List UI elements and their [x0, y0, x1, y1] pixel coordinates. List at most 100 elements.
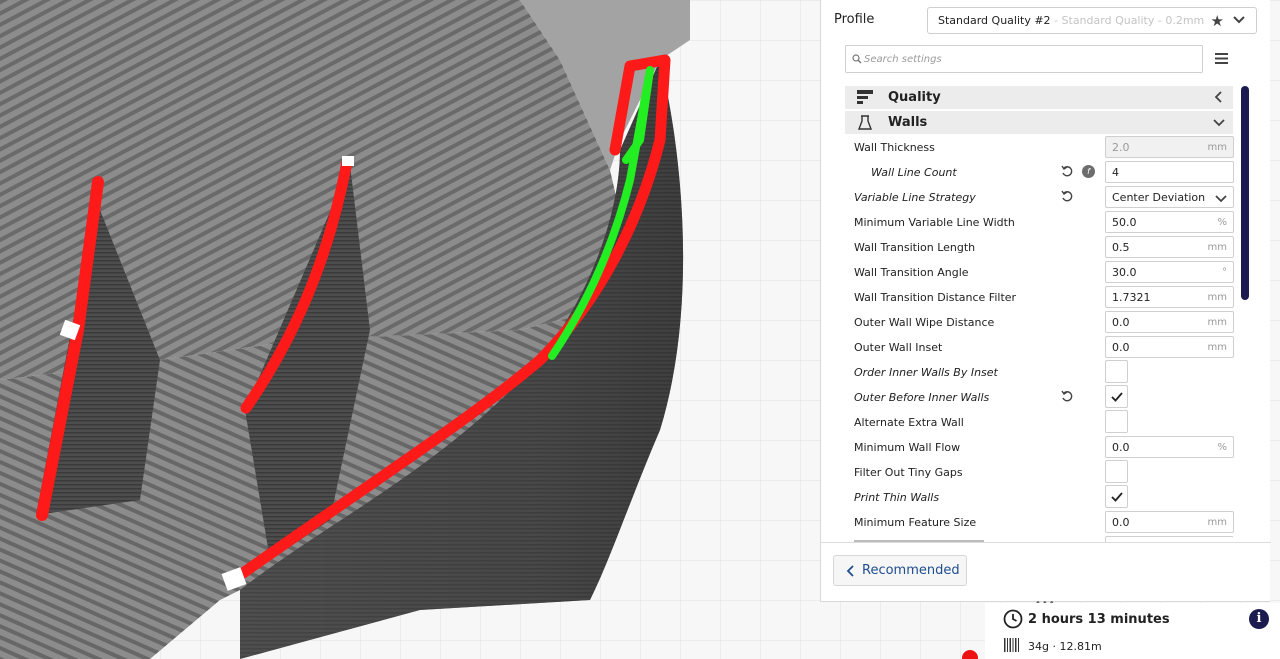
- setting-label: Minimum Wall Flow: [854, 441, 961, 454]
- filter-out-tiny-gaps-checkbox[interactable]: [1105, 460, 1128, 483]
- category-label: Walls: [888, 115, 928, 130]
- profile-name: Standard Quality #2: [938, 14, 1051, 27]
- field-value: 0.0: [1112, 341, 1130, 354]
- setting-minimum-wall-flow: Minimum Wall Flow 0.0%: [845, 435, 1234, 459]
- reset-icon[interactable]: [1061, 390, 1074, 403]
- order-inner-walls-by-inset-checkbox[interactable]: [1105, 360, 1128, 383]
- chevron-left-icon: [846, 565, 854, 577]
- field-value: 0.0: [1112, 316, 1130, 329]
- setting-label: Wall Transition Distance Filter: [854, 291, 1017, 304]
- field-value: 50.0: [1112, 216, 1137, 229]
- outer-before-inner-walls-checkbox[interactable]: [1105, 385, 1128, 408]
- alternate-extra-wall-checkbox[interactable]: [1105, 410, 1128, 433]
- setting-variable-line-strategy: Variable Line Strategy Center Deviation: [845, 185, 1234, 209]
- setting-label: Outer Wall Inset: [854, 341, 943, 354]
- checkmark-icon: [1111, 392, 1123, 402]
- search-placeholder: Search settings: [864, 54, 942, 65]
- reset-icon[interactable]: [1061, 165, 1074, 178]
- recommended-label: Recommended: [862, 563, 960, 578]
- field-value: 0.0: [1112, 516, 1130, 529]
- minimum-feature-size-field[interactable]: 0.0 mm: [1105, 511, 1234, 533]
- search-icon: [852, 54, 862, 64]
- setting-order-inner-walls-by-inset: Order Inner Walls By Inset: [845, 360, 1233, 384]
- field-unit: mm: [1207, 317, 1227, 328]
- clock-icon: [1003, 609, 1023, 629]
- setting-label: Outer Wall Wipe Distance: [854, 316, 995, 329]
- wall-transition-angle-field[interactable]: 30.0 °: [1105, 261, 1234, 283]
- minimum-variable-line-width-field[interactable]: 50.0%: [1105, 211, 1234, 233]
- setting-minimum-variable-line-width: Minimum Variable Line Width 50.0%: [845, 210, 1234, 234]
- setting-alternate-extra-wall: Alternate Extra Wall: [845, 410, 1233, 434]
- wall-transition-length-field[interactable]: 0.5 mm: [1105, 236, 1234, 258]
- outer-wall-inset-field[interactable]: 0.0 mm: [1105, 336, 1234, 358]
- setting-filter-out-tiny-gaps: Filter Out Tiny Gaps: [845, 460, 1233, 484]
- outer-wall-wipe-distance-field[interactable]: 0.0 mm: [1105, 311, 1234, 333]
- settings-scrollbar[interactable]: [1241, 86, 1249, 300]
- setting-minimum-feature-size: Minimum Feature Size 0.0 mm: [845, 510, 1234, 534]
- field-value: 4: [1112, 166, 1119, 179]
- field-value: 30.0: [1112, 266, 1137, 279]
- setting-label: Alternate Extra Wall: [854, 416, 964, 429]
- print-time: 2 hours 13 minutes: [1028, 612, 1170, 627]
- quality-icon: [857, 90, 873, 104]
- chevron-down-icon: [1215, 195, 1227, 203]
- field-unit: %: [1217, 442, 1227, 453]
- category-quality[interactable]: Quality: [845, 86, 1233, 109]
- setting-outer-before-inner-walls: Outer Before Inner Walls: [845, 385, 1233, 409]
- info-icon[interactable]: i: [1249, 609, 1269, 629]
- profile-selector[interactable]: Standard Quality #2 - Standard Quality -…: [927, 7, 1257, 34]
- function-icon[interactable]: f: [1082, 165, 1095, 178]
- setting-label: Wall Thickness: [854, 141, 935, 154]
- setting-label: Print Thin Walls: [854, 491, 940, 504]
- setting-label: Variable Line Strategy: [854, 191, 976, 204]
- setting-wall-line-count: Wall Line Count f 4: [845, 160, 1234, 184]
- field-unit: mm: [1207, 142, 1227, 153]
- setting-label: Minimum Variable Line Width: [854, 216, 1015, 229]
- category-walls[interactable]: Walls: [845, 111, 1233, 134]
- field-value: 0.0: [1112, 441, 1130, 454]
- setting-wall-transition-length: Wall Transition Length 0.5 mm: [845, 235, 1234, 259]
- field-value: 1.7321: [1112, 291, 1151, 304]
- field-unit: %: [1217, 217, 1227, 228]
- field-unit: mm: [1207, 292, 1227, 303]
- reset-icon[interactable]: [1061, 190, 1074, 203]
- material-usage: 34g · 12.81m: [1028, 640, 1102, 653]
- wall-thickness-field[interactable]: 2.0 mm: [1105, 136, 1234, 158]
- setting-wall-transition-angle: Wall Transition Angle 30.0 °: [845, 260, 1234, 284]
- field-value: 2.0: [1112, 141, 1130, 154]
- setting-label: Minimum Feature Size: [854, 516, 977, 529]
- chevron-left-icon: [1214, 91, 1222, 103]
- recommended-button[interactable]: Recommended: [833, 555, 967, 586]
- checkmark-icon: [1111, 492, 1123, 502]
- search-settings-input[interactable]: Search settings: [845, 45, 1203, 73]
- setting-wall-thickness: Wall Thickness 2.0 mm: [845, 135, 1234, 159]
- minimum-wall-flow-field[interactable]: 0.0%: [1105, 436, 1234, 458]
- field-unit: mm: [1207, 517, 1227, 528]
- profile-label: Profile: [834, 12, 875, 27]
- filament-spool-icon: [1004, 638, 1019, 652]
- setting-label: Filter Out Tiny Gaps: [854, 466, 963, 479]
- variable-line-strategy-dropdown[interactable]: Center Deviation: [1105, 186, 1234, 208]
- print-settings-panel: Profile Standard Quality #2 - Standard Q…: [820, 0, 1271, 602]
- setting-print-thin-walls: Print Thin Walls: [845, 485, 1233, 509]
- field-value: 0.5: [1112, 241, 1130, 254]
- hamburger-menu-icon[interactable]: [1215, 53, 1228, 64]
- settings-list-clip: [845, 535, 1233, 542]
- wall-transition-distance-filter-field[interactable]: 1.7321 mm: [1105, 286, 1234, 308]
- profile-subtitle: - Standard Quality - 0.2mm: [1050, 14, 1205, 27]
- field-value: Center Deviation: [1112, 191, 1206, 204]
- setting-label: Wall Transition Length: [854, 241, 976, 254]
- print-thin-walls-checkbox[interactable]: [1105, 485, 1128, 508]
- star-icon[interactable]: ★: [1211, 12, 1224, 30]
- setting-wall-transition-distance-filter: Wall Transition Distance Filter 1.7321 mm: [845, 285, 1234, 309]
- divider: [821, 542, 1271, 543]
- category-label: Quality: [888, 90, 941, 105]
- print-estimate-panel: 2 hours 13 minutes i 34g · 12.81m: [985, 603, 1280, 659]
- setting-outer-wall-wipe-distance: Outer Wall Wipe Distance 0.0 mm: [845, 310, 1234, 334]
- field-unit: °: [1222, 267, 1227, 278]
- walls-icon: [857, 115, 873, 130]
- setting-label: Outer Before Inner Walls: [854, 391, 990, 404]
- wall-line-count-field[interactable]: 4: [1105, 161, 1234, 183]
- setting-label: Wall Line Count: [871, 166, 957, 179]
- chevron-down-icon: [1213, 119, 1225, 127]
